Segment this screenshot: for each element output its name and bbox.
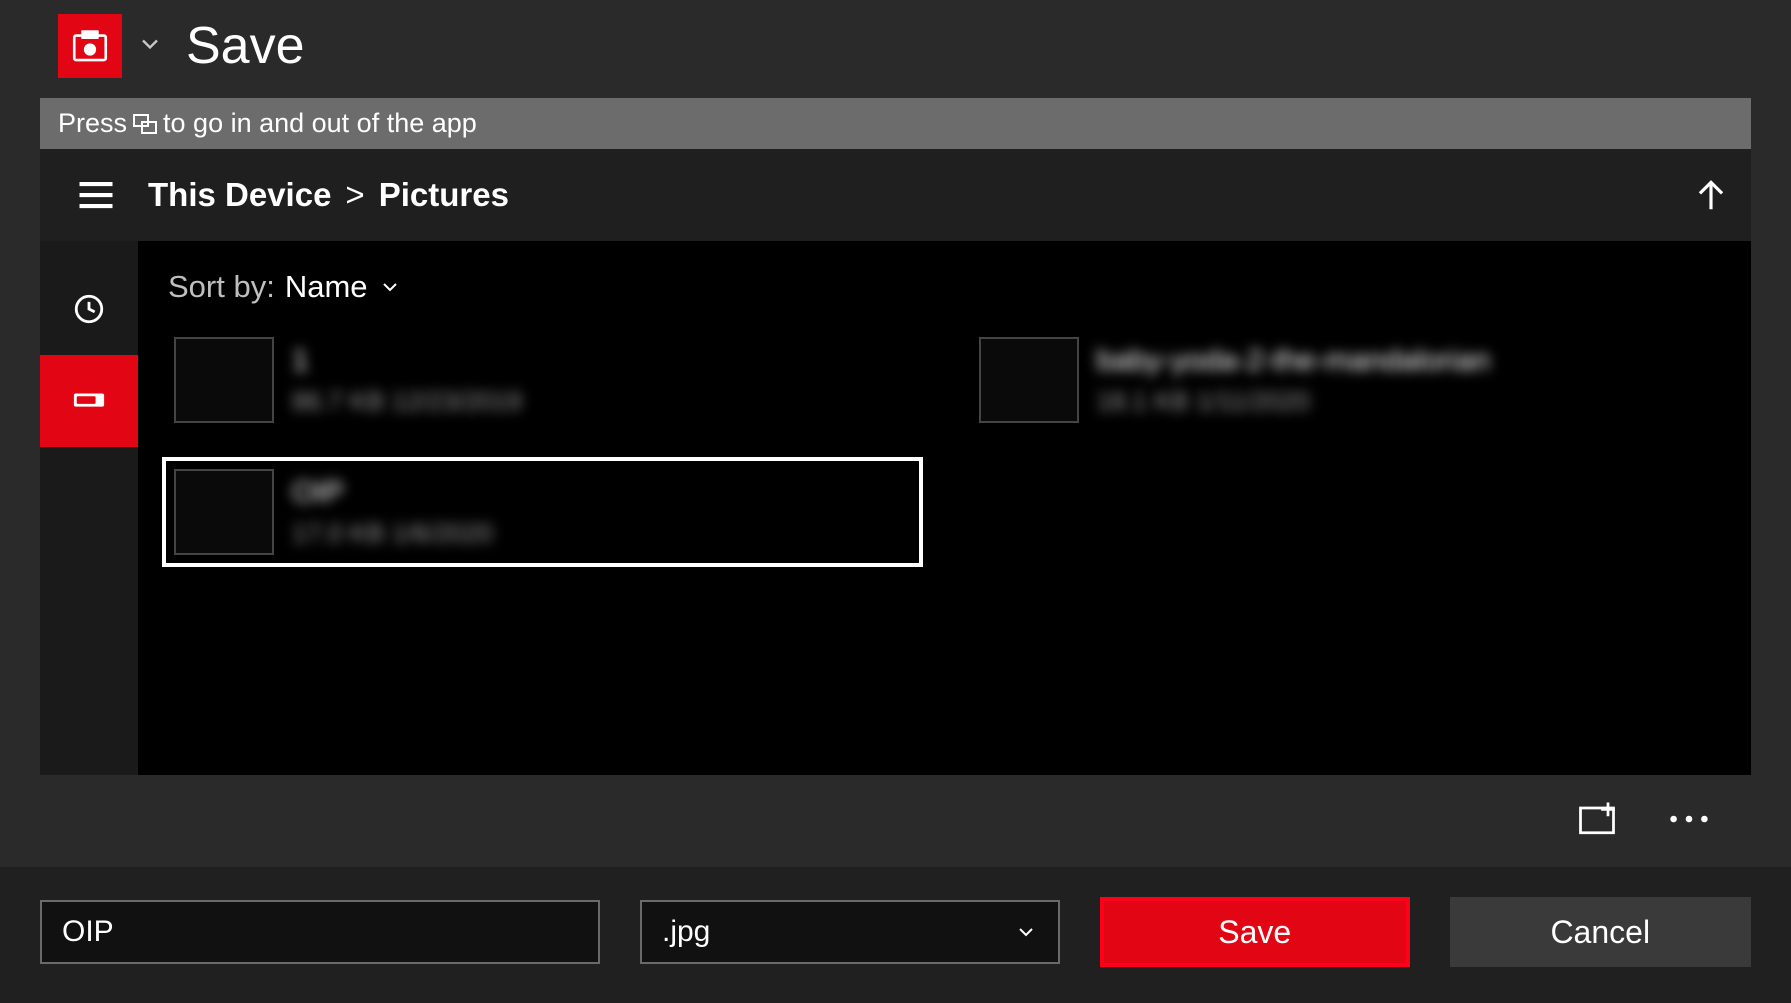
chevron-down-icon — [378, 275, 402, 299]
more-button[interactable] — [1667, 797, 1711, 846]
file-subtext: 17.0 KB 1/6/2020 — [292, 518, 493, 549]
breadcrumb[interactable]: This Device > Pictures — [138, 176, 509, 214]
file-name: 1 — [292, 344, 522, 378]
file-meta: OIP 17.0 KB 1/6/2020 — [292, 476, 493, 549]
app-icon[interactable] — [58, 14, 122, 78]
window-switch-icon — [133, 114, 157, 134]
file-subtext: 18.1 KB 1/11/2020 — [1097, 386, 1491, 417]
file-thumbnail — [174, 337, 274, 423]
extension-select[interactable]: .jpg — [640, 900, 1060, 964]
sidebar-rail — [40, 241, 138, 775]
rail-item-this-device[interactable] — [40, 355, 138, 447]
new-folder-button[interactable] — [1575, 797, 1619, 846]
extension-value: .jpg — [662, 915, 710, 949]
file-subtext: 86.7 KB 12/23/2019 — [292, 386, 522, 417]
hint-prefix: Press — [58, 108, 127, 139]
breadcrumb-current[interactable]: Pictures — [379, 176, 509, 214]
hint-suffix: to go in and out of the app — [163, 108, 477, 139]
file-item[interactable]: 1 86.7 KB 12/23/2019 — [162, 325, 923, 435]
file-meta: 1 86.7 KB 12/23/2019 — [292, 344, 522, 417]
file-name: baby-yoda-2-the-mandalorian — [1097, 344, 1491, 378]
rail-item-recent[interactable] — [40, 263, 138, 355]
filename-input[interactable] — [40, 900, 600, 964]
save-button[interactable]: Save — [1100, 897, 1410, 967]
sort-value: Name — [285, 269, 368, 305]
file-thumbnail — [174, 469, 274, 555]
file-item[interactable]: baby-yoda-2-the-mandalorian 18.1 KB 1/11/… — [967, 325, 1728, 435]
sort-label: Sort by: — [168, 269, 275, 305]
file-thumbnail — [979, 337, 1079, 423]
chevron-down-icon[interactable] — [136, 30, 164, 63]
breadcrumb-separator: > — [345, 176, 364, 214]
breadcrumb-root[interactable]: This Device — [148, 176, 331, 214]
page-title: Save — [186, 16, 305, 76]
file-name: OIP — [292, 476, 493, 510]
file-meta: baby-yoda-2-the-mandalorian 18.1 KB 1/11/… — [1097, 344, 1491, 417]
sort-control[interactable]: Sort by: Name — [162, 261, 1727, 325]
cancel-button[interactable]: Cancel — [1450, 897, 1752, 967]
up-button[interactable] — [1671, 149, 1751, 241]
chevron-down-icon — [1014, 920, 1038, 944]
menu-button[interactable] — [54, 149, 138, 241]
hint-bar: Press to go in and out of the app — [40, 98, 1751, 149]
file-item[interactable]: OIP 17.0 KB 1/6/2020 — [162, 457, 923, 567]
